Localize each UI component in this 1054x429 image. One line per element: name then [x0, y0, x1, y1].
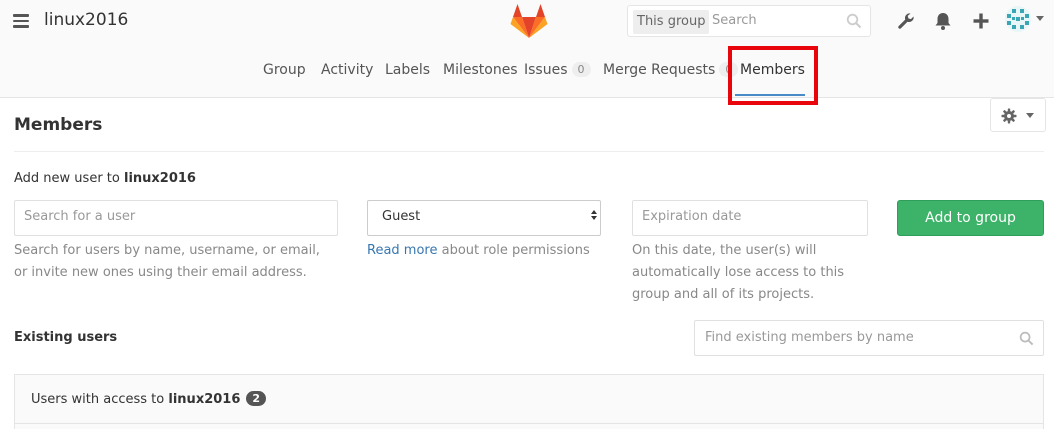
expiration-help: On this date, the user(s) will automatic…: [632, 243, 845, 302]
role-select-value: Guest: [382, 209, 421, 224]
tab-issues[interactable]: Issues 0: [524, 62, 591, 78]
chevron-down-icon: [1026, 113, 1034, 118]
search-scope-badge[interactable]: This group: [633, 10, 710, 34]
add-new-group-name: linux2016: [123, 171, 196, 186]
add-new-prefix: Add new user to: [14, 171, 120, 186]
group-title[interactable]: linux2016: [44, 10, 128, 30]
add-to-group-button[interactable]: Add to group: [897, 200, 1044, 236]
search-icon: [1019, 331, 1034, 346]
tab-labels[interactable]: Labels: [385, 62, 430, 78]
existing-users-heading: Existing users: [14, 330, 118, 345]
panel-group-name: linux2016: [168, 392, 241, 407]
user-search-help: Search for users by name, username, or e…: [14, 243, 320, 280]
tab-milestones[interactable]: Milestones: [443, 62, 518, 78]
chevron-down-icon[interactable]: [1036, 16, 1044, 21]
tab-group[interactable]: Group: [263, 62, 306, 78]
panel-heading-prefix: Users with access to: [31, 392, 165, 407]
select-arrows-icon: [591, 210, 597, 226]
tab-activity[interactable]: Activity: [321, 62, 373, 78]
panel-heading: Users with access to linux2016 2: [31, 391, 267, 407]
find-members-placeholder: Find existing members by name: [705, 330, 914, 345]
issues-count-badge: 0: [571, 62, 591, 77]
role-help: Read more about role permissions: [367, 240, 607, 262]
plus-icon[interactable]: [970, 10, 992, 32]
search-input[interactable]: Search: [712, 13, 757, 28]
gitlab-logo[interactable]: [510, 3, 548, 39]
wrench-icon[interactable]: [895, 10, 917, 32]
member-count-badge: 2: [246, 391, 267, 406]
read-more-link[interactable]: Read more: [367, 243, 437, 258]
role-help-text: about role permissions: [437, 243, 590, 258]
group-subnav: Group Activity Labels Milestones Issues 0…: [0, 44, 1054, 132]
tab-issues-label: Issues: [524, 62, 568, 78]
members-panel: Users with access to linux2016 2: [14, 374, 1044, 429]
search-icon: [846, 13, 862, 29]
divider: [14, 151, 1044, 152]
add-new-user-heading: Add new user to linux2016: [14, 171, 196, 186]
top-header: linux2016 This group Search: [0, 0, 1054, 44]
settings-dropdown-button[interactable]: [990, 98, 1046, 132]
user-search-input[interactable]: Search for a user: [14, 200, 338, 236]
role-select[interactable]: Guest: [367, 200, 601, 236]
panel-divider: [15, 423, 1043, 424]
find-members-input[interactable]: Find existing members by name: [694, 320, 1044, 356]
gear-icon: [1001, 108, 1017, 124]
user-avatar[interactable]: [1005, 6, 1031, 32]
members-tab-highlight: [728, 46, 818, 105]
tab-merge-requests-label: Merge Requests: [603, 62, 716, 78]
tab-merge-requests[interactable]: Merge Requests 0: [603, 62, 739, 78]
expiration-date-input[interactable]: Expiration date: [632, 200, 868, 236]
page-title: Members: [14, 115, 103, 135]
search-box[interactable]: This group Search: [627, 5, 871, 37]
hamburger-icon[interactable]: [13, 14, 29, 28]
bell-icon[interactable]: [932, 10, 954, 32]
